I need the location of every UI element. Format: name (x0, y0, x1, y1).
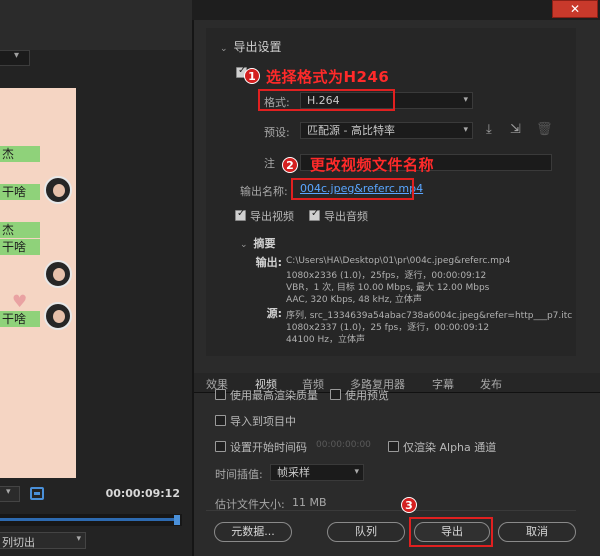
step-badge-2: 2 (282, 157, 298, 173)
estimated-size-value: 11 MB (292, 496, 327, 509)
max-render-quality-label: 使用最高渲染质量 (230, 389, 318, 402)
collapse-chevron-icon: ⌄ (220, 44, 228, 54)
tab-captions[interactable]: 字幕 (432, 376, 454, 392)
use-previews-checkbox[interactable] (330, 389, 341, 400)
import-into-project-label: 导入到项目中 (230, 415, 296, 428)
export-video-checkbox[interactable] (235, 208, 246, 221)
summary-source-key: 源: (266, 307, 282, 320)
summary-title: 摘要 (253, 237, 276, 250)
output-name-label: 输出名称: (240, 185, 288, 198)
preset-select[interactable]: 匹配源 - 高比特率 ▾ (300, 122, 473, 139)
format-highlight-box (258, 89, 395, 111)
export-audio-label: 导出音频 (324, 210, 368, 223)
step-badge-3: 3 (401, 497, 417, 513)
video-preview: 杰 干啥 杰 干啥 ♥ 干啥 (0, 88, 76, 478)
use-previews-label: 使用预览 (345, 389, 389, 402)
chat-bubble: 杰 (0, 146, 40, 162)
divider (206, 510, 576, 511)
chevron-down-icon: ▾ (354, 467, 359, 477)
summary-output-line: AAC, 320 Kbps, 48 kHz, 立体声 (286, 295, 422, 305)
tab-publish[interactable]: 发布 (480, 376, 502, 392)
render-alpha-only-checkbox[interactable] (388, 441, 399, 452)
export-video-label: 导出视频 (250, 210, 294, 223)
close-button[interactable]: ✕ (552, 0, 598, 18)
chat-bubble: 干啥 (0, 311, 40, 327)
avatar (44, 260, 72, 288)
playhead-marker[interactable] (174, 515, 180, 525)
time-interpolation-select[interactable]: 帧采样 ▾ (270, 464, 364, 481)
duration-timecode: 00:00:09:12 (105, 487, 180, 500)
step-2-annotation: 更改视频文件名称 (310, 156, 435, 174)
trash-icon[interactable]: 🗑 (536, 122, 553, 137)
preset-value: 匹配源 - 高比特率 (307, 124, 395, 137)
chevron-down-icon: ▾ (463, 125, 468, 135)
dialog-titlebar (192, 0, 600, 20)
output-name-highlight-box (291, 178, 414, 200)
avatar (44, 176, 72, 204)
collapse-chevron-icon: ⌄ (240, 240, 248, 250)
resolution-dropdown[interactable]: ▾ (0, 486, 20, 502)
export-settings-header[interactable]: ⌄ 导出设置 (220, 38, 282, 55)
chat-bubble: 杰 (0, 222, 40, 238)
export-highlight-box (409, 517, 493, 547)
export-audio-checkbox[interactable] (309, 208, 320, 221)
chevron-down-icon: ▾ (76, 534, 81, 544)
source-range-value: 列切出 (2, 536, 35, 549)
import-into-project-checkbox[interactable] (215, 415, 226, 426)
avatar (44, 302, 72, 330)
export-settings-title: 导出设置 (233, 40, 282, 54)
start-timecode-value[interactable]: 00:00:00:00 (316, 440, 371, 450)
time-interpolation-value: 帧采样 (277, 466, 310, 479)
metadata-button[interactable]: 元数据... (214, 522, 292, 542)
close-icon: ✕ (570, 2, 581, 16)
chevron-down-icon: ▾ (14, 50, 20, 61)
preset-label: 预设: (264, 126, 290, 139)
max-render-quality-checkbox[interactable] (215, 389, 226, 400)
summary-source-line: 44100 Hz，立体声 (286, 335, 365, 345)
step-badge-1: 1 (244, 68, 260, 84)
summary-header[interactable]: ⌄ 摘要 (240, 235, 276, 251)
render-alpha-only-label: 仅渲染 Alpha 通道 (403, 441, 497, 454)
chevron-down-icon: ▾ (6, 487, 11, 497)
step-1-annotation: 选择格式为H246 (266, 68, 390, 86)
scrub-range (0, 518, 176, 521)
source-range-dropdown[interactable]: 列切出 ▾ (0, 532, 86, 549)
time-interpolation-label: 时间插值: (215, 468, 263, 481)
cancel-button[interactable]: 取消 (498, 522, 576, 542)
queue-button[interactable]: 队列 (327, 522, 405, 542)
chevron-down-icon: ▾ (463, 95, 468, 105)
safe-margins-icon[interactable] (30, 487, 44, 500)
zoom-dropdown[interactable]: ▾ (0, 50, 30, 66)
heart-icon: ♥ (12, 292, 28, 312)
import-preset-icon[interactable]: ⇲ (510, 122, 521, 137)
source-monitor-header (0, 0, 192, 50)
download-icon[interactable]: ⤓ (486, 122, 492, 137)
summary-output-key: 输出: (255, 256, 282, 269)
chat-bubble: 干啥 (0, 184, 40, 200)
comments-label: 注 (264, 157, 275, 170)
summary-output-line: C:\Users\HA\Desktop\01\pr\004c.jpeg&refe… (286, 256, 511, 266)
set-start-timecode-checkbox[interactable] (215, 441, 226, 452)
chat-bubble: 干啥 (0, 239, 40, 255)
set-start-timecode-label: 设置开始时间码 (230, 441, 307, 454)
